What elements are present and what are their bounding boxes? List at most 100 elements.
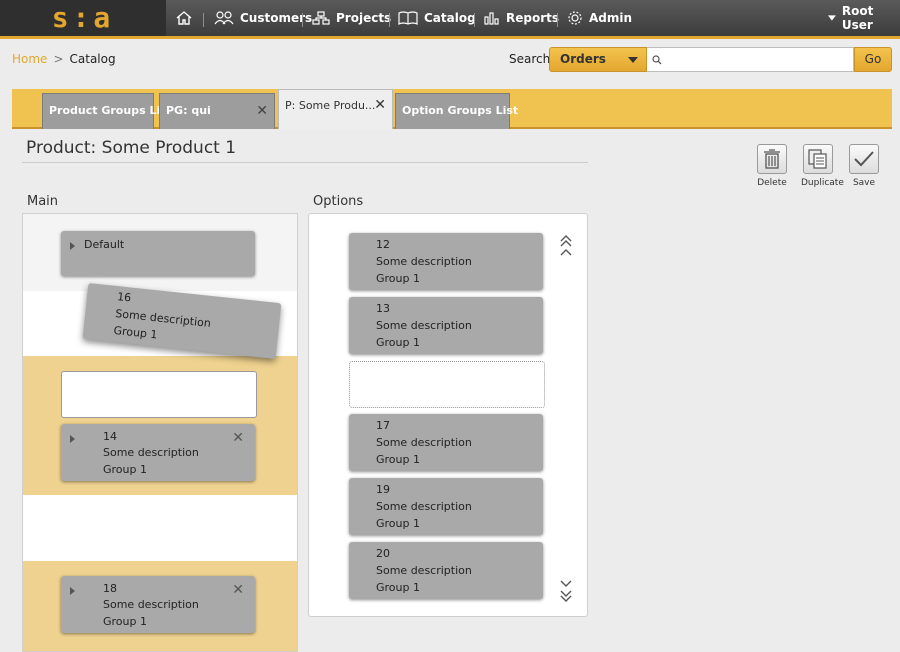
nav-customers[interactable]: Customers — [214, 0, 312, 36]
scroll-up-icon[interactable] — [560, 248, 572, 256]
search-icon — [652, 55, 662, 65]
bar-chart-icon — [484, 12, 499, 25]
option-card[interactable]: ✕ 14 Some description Group 1 — [61, 424, 255, 481]
nav-reports[interactable]: Reports — [484, 0, 559, 36]
trash-icon — [764, 149, 780, 169]
expand-icon[interactable] — [70, 435, 75, 443]
scroll-down-icon[interactable] — [560, 580, 572, 588]
option-card[interactable]: 20 Some description Group 1 — [349, 542, 543, 599]
tab-label: P: Some Produ... — [285, 99, 376, 112]
home-icon — [176, 11, 192, 25]
tab-option-groups-list[interactable]: Option Groups List — [395, 93, 518, 129]
expand-icon[interactable] — [70, 242, 75, 250]
search-field[interactable] — [647, 47, 854, 72]
card-description: Some description — [376, 564, 472, 577]
tab-strip: Product Groups List PG: qui ✕ P: Some Pr… — [12, 89, 892, 129]
tab-label: PG: qui — [166, 104, 211, 117]
scroll-to-bottom-icon[interactable] — [560, 590, 572, 602]
nav-catalog[interactable]: Catalog — [398, 0, 476, 36]
user-name: Root User — [841, 4, 874, 32]
card-id: 13 — [376, 302, 390, 315]
chevron-down-icon — [628, 57, 638, 63]
nav-projects[interactable]: Projects — [312, 0, 391, 36]
card-group: Group 1 — [103, 615, 147, 628]
app-logo[interactable]: s:a — [0, 0, 166, 36]
search-input[interactable] — [665, 51, 849, 68]
nav-catalog-label: Catalog — [424, 11, 476, 25]
user-menu[interactable]: Root User — [828, 0, 900, 36]
breadcrumb-separator: > — [53, 52, 64, 66]
option-card[interactable]: 13 Some description Group 1 — [349, 297, 543, 354]
save-button[interactable]: Save — [847, 144, 881, 188]
top-nav-bar: s:a Customers Projects Catalog Reports A… — [0, 0, 900, 39]
nav-divider — [302, 13, 303, 27]
close-icon[interactable]: ✕ — [256, 103, 268, 119]
search-label: Search — [509, 52, 551, 66]
card-description: Some description — [103, 598, 199, 611]
close-icon[interactable]: ✕ — [232, 582, 244, 598]
close-icon[interactable]: ✕ — [232, 430, 244, 446]
drop-placeholder — [349, 361, 545, 408]
search-scope-select[interactable]: Orders — [549, 47, 647, 72]
tab-label: Product Groups List — [49, 104, 173, 117]
card-description: Some description — [376, 319, 472, 332]
card-group: Group 1 — [112, 323, 159, 342]
card-group: Group 1 — [376, 517, 420, 530]
nav-projects-label: Projects — [336, 11, 392, 25]
option-card[interactable]: 17 Some description Group 1 — [349, 414, 543, 471]
option-card[interactable]: ✕ 18 Some description Group 1 — [61, 576, 255, 633]
tab-product-some-product[interactable]: P: Some Produ... ✕ — [278, 89, 393, 129]
page-title: Product: Some Product 1 — [26, 138, 237, 158]
card-group: Group 1 — [376, 336, 420, 349]
users-icon — [214, 11, 234, 25]
option-card[interactable]: 19 Some description Group 1 — [349, 478, 543, 535]
delete-button-label: Delete — [757, 178, 787, 188]
search-go-button[interactable]: Go — [854, 47, 892, 72]
nav-admin[interactable]: Admin — [567, 0, 632, 36]
card-id: 16 — [116, 290, 132, 305]
caret-down-icon — [828, 15, 836, 21]
sitemap-icon — [312, 11, 330, 25]
tab-pg-qui[interactable]: PG: qui ✕ — [159, 93, 275, 129]
nav-divider — [203, 13, 204, 27]
card-description: Some description — [376, 500, 472, 513]
drop-placeholder — [61, 371, 257, 418]
scroll-to-top-icon[interactable] — [560, 235, 572, 247]
breadcrumb-home-link[interactable]: Home — [12, 52, 47, 66]
duplicate-button-label: Duplicate — [801, 178, 844, 188]
tab-label: Option Groups List — [402, 104, 519, 117]
title-divider — [22, 162, 588, 163]
options-section-label: Options — [313, 194, 364, 209]
home-nav-button[interactable] — [176, 0, 198, 36]
card-id: 20 — [376, 547, 390, 560]
delete-button[interactable]: Delete — [755, 144, 789, 188]
duplicate-button[interactable]: Duplicate — [801, 144, 844, 188]
nav-divider — [557, 13, 558, 27]
card-id: 18 — [103, 582, 117, 595]
duplicate-button-frame — [803, 144, 833, 174]
card-group: Group 1 — [376, 453, 420, 466]
nav-divider — [474, 13, 475, 27]
card-id: 17 — [376, 419, 390, 432]
card-description: Some description — [376, 436, 472, 449]
card-title: Default — [84, 238, 125, 251]
card-id: 14 — [103, 430, 117, 443]
default-group-card[interactable]: Default — [61, 231, 255, 276]
tab-product-groups-list[interactable]: Product Groups List — [42, 93, 172, 129]
card-description: Some description — [376, 255, 472, 268]
card-group: Group 1 — [376, 272, 420, 285]
nav-divider — [389, 13, 390, 27]
gear-icon — [568, 11, 582, 25]
card-id: 19 — [376, 483, 390, 496]
close-icon[interactable]: ✕ — [374, 97, 386, 113]
expand-icon[interactable] — [70, 587, 75, 595]
card-description: Some description — [103, 446, 199, 459]
save-button-label: Save — [852, 178, 876, 188]
duplicate-icon — [808, 149, 827, 169]
nav-reports-label: Reports — [506, 11, 560, 25]
breadcrumb: Home > Catalog — [12, 52, 116, 66]
options-panel: 12 Some description Group 1 13 Some desc… — [308, 213, 588, 617]
option-card[interactable]: 12 Some description Group 1 — [349, 233, 543, 290]
card-id: 12 — [376, 238, 390, 251]
save-button-frame — [849, 144, 879, 174]
